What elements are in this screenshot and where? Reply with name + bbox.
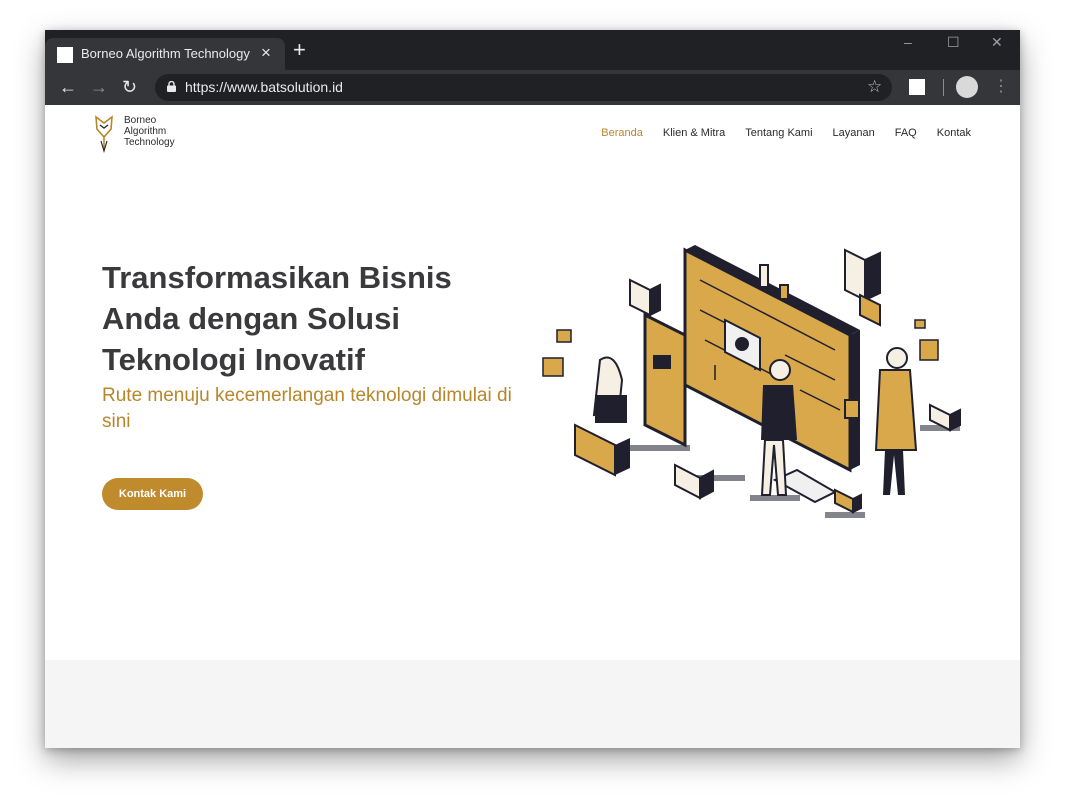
phone (643, 312, 687, 448)
logo-line: Algorithm (124, 126, 167, 137)
browser-window: Borneo Algorithm Technology × + – ☐ ✕ ← … (45, 30, 1020, 748)
menu-icon[interactable]: ⋮ (993, 76, 1009, 98)
extension-icon[interactable] (909, 79, 925, 95)
minimize-icon[interactable]: – (904, 34, 912, 50)
hero-subtitle: Rute menuju kecemerlangan teknologi dimu… (102, 385, 512, 432)
reload-icon[interactable]: ↻ (122, 76, 137, 98)
new-tab-icon[interactable]: + (293, 38, 306, 62)
logo-line: Borneo (124, 115, 157, 126)
browser-tab[interactable]: Borneo Algorithm Technology × (45, 38, 285, 70)
lock-icon (167, 81, 176, 92)
nav-link-faq[interactable]: FAQ (895, 127, 917, 139)
person-sitting (574, 356, 630, 477)
nav-link-kontak[interactable]: Kontak (937, 127, 971, 139)
nav-link-tentang-kami[interactable]: Tentang Kami (745, 127, 812, 139)
browser-toolbar: ← → ↻ https://www.batsolution.id ☆ ⋮ (45, 70, 1020, 105)
logo-line: Technology (124, 137, 175, 148)
web-page: Borneo Algorithm Technology Beranda Klie… (45, 105, 1020, 748)
contact-us-button[interactable]: Kontak Kami (102, 478, 203, 510)
url-text: https://www.batsolution.id (185, 79, 343, 95)
bookmark-star-icon[interactable]: ☆ (867, 77, 882, 97)
logo-icon[interactable] (93, 113, 115, 153)
hero-title-line: Transformasikan Bisnis (102, 260, 452, 295)
address-bar[interactable]: https://www.batsolution.id ☆ (155, 74, 892, 101)
next-section-band (45, 660, 1020, 748)
favicon-icon (57, 47, 73, 63)
maximize-icon[interactable]: ☐ (947, 34, 960, 51)
hero-title-line: Teknologi Inovatif (102, 342, 365, 377)
hero-title: Transformasikan Bisnis Anda dengan Solus… (102, 257, 522, 380)
nav-link-layanan[interactable]: Layanan (833, 127, 875, 139)
person-standing-right (874, 347, 918, 495)
window-close-icon[interactable]: ✕ (991, 34, 1003, 51)
nav-link-klien-mitra[interactable]: Klien & Mitra (663, 127, 725, 139)
logo-text[interactable]: Borneo Algorithm Technology (124, 115, 175, 148)
tab-strip: Borneo Algorithm Technology × + – ☐ ✕ (45, 30, 1020, 70)
main-nav: Beranda Klien & Mitra Tentang Kami Layan… (601, 127, 971, 139)
toolbar-divider (943, 79, 944, 96)
close-tab-icon[interactable]: × (261, 43, 271, 63)
profile-avatar[interactable] (956, 76, 978, 98)
hero-illustration (542, 245, 961, 518)
back-arrow-icon[interactable]: ← (59, 76, 77, 98)
nav-link-beranda[interactable]: Beranda (601, 127, 643, 139)
tab-title: Borneo Algorithm Technology (81, 46, 250, 61)
forward-arrow-icon[interactable]: → (90, 76, 108, 98)
hero-title-line: Anda dengan Solusi (102, 301, 400, 336)
